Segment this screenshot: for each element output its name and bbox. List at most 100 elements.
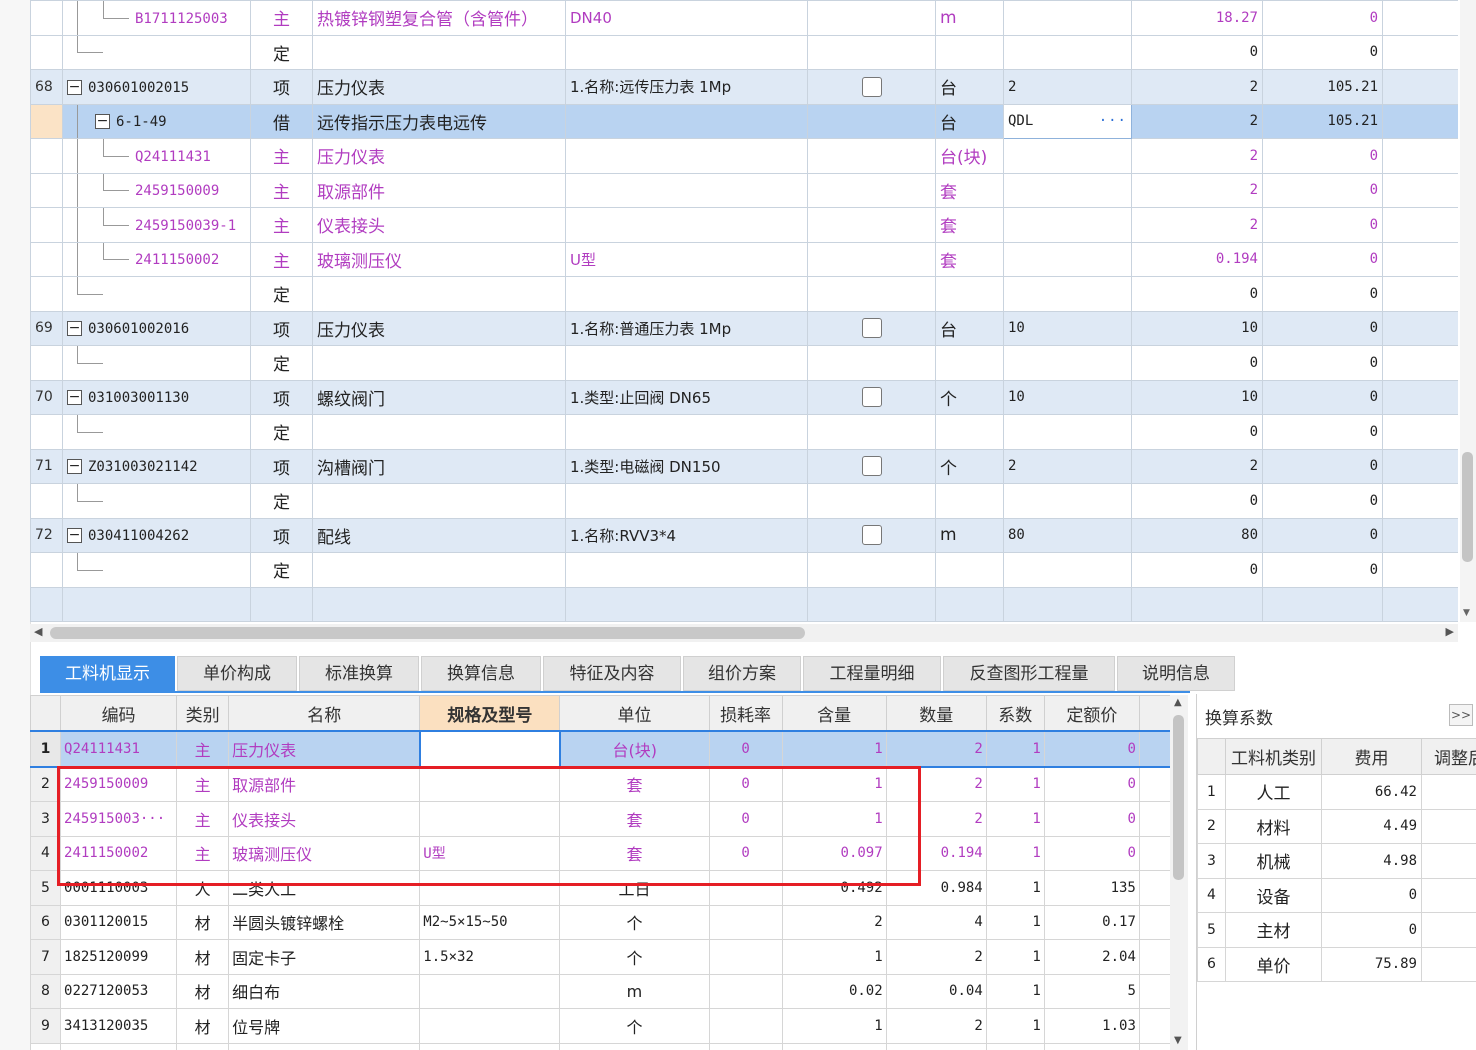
price-cell[interactable]: 0 xyxy=(1043,766,1140,802)
quantity-expression-cell[interactable]: QDL ··· xyxy=(1003,103,1132,139)
unit-cell[interactable]: 台 xyxy=(935,103,1004,139)
type-cell[interactable]: 项 xyxy=(250,310,313,346)
name-cell[interactable] xyxy=(312,483,566,519)
tab-4[interactable]: 换算信息 xyxy=(421,656,541,691)
coef-cell[interactable]: 1 xyxy=(985,870,1045,906)
category-cell[interactable]: 人工 xyxy=(1225,774,1322,810)
quantity-cell[interactable]: 2 xyxy=(1131,448,1263,484)
content-cell[interactable]: 1 xyxy=(781,939,887,975)
code-cell[interactable]: −030411004262 xyxy=(62,517,251,553)
loss-cell[interactable] xyxy=(708,904,783,940)
type-cell[interactable]: 主 xyxy=(250,0,313,36)
unit-cell[interactable]: 套 xyxy=(559,835,710,871)
quota-row[interactable]: 定 0 0 xyxy=(30,483,1458,519)
scroll-thumb[interactable] xyxy=(1462,452,1473,562)
collapse-icon[interactable]: − xyxy=(67,390,82,406)
price-cell[interactable]: 0 xyxy=(1262,276,1383,312)
code-cell[interactable]: −6-1-49 xyxy=(62,103,251,139)
unit-cell[interactable] xyxy=(935,414,1004,450)
resource-row[interactable]: 1 Q24111431 主压力仪表 台(块) 0 1 2 1 0 xyxy=(30,730,1170,768)
spec-cell[interactable] xyxy=(565,207,808,243)
coef-cell[interactable]: 1 xyxy=(985,1008,1045,1044)
price-cell[interactable]: 135 xyxy=(1043,870,1140,906)
coef-cell[interactable]: 1 xyxy=(985,904,1045,940)
unit-cell[interactable]: 台(块) xyxy=(935,138,1004,174)
quantity-expression-text[interactable]: QDL xyxy=(1008,113,1033,129)
coefficient-row[interactable]: 6 单价 75.89 xyxy=(1197,946,1476,982)
quantity-cell[interactable]: 10 xyxy=(1131,310,1263,346)
quota-row[interactable]: 定 0 0 xyxy=(30,414,1458,450)
row-checkbox[interactable] xyxy=(861,76,882,97)
type-cell[interactable]: 定 xyxy=(250,414,313,450)
spec-cell[interactable] xyxy=(565,172,808,208)
code-cell[interactable]: −030601002015 xyxy=(62,69,251,105)
cat-cell[interactable]: 材 xyxy=(176,904,230,940)
name-cell[interactable] xyxy=(312,414,566,450)
content-cell[interactable]: 1 xyxy=(781,766,887,802)
quantity-expression-cell[interactable]: 2 xyxy=(1003,69,1132,105)
code-cell[interactable] xyxy=(62,34,251,70)
coefficient-row[interactable]: 3 机械 4.98 xyxy=(1197,843,1476,879)
fee-cell[interactable]: 75.89 xyxy=(1321,946,1422,982)
resource-row[interactable]: 4 2411150002 主玻璃测压仪 U型套 0 0.097 0.194 1 0 xyxy=(30,835,1170,871)
resource-row[interactable]: 2 2459150009 主取源部件套 0 1 2 1 0 xyxy=(30,766,1170,802)
material-row[interactable]: B1711125003 主 热镀锌钢塑复合管（含管件） DN40 m 18.27 0 xyxy=(30,0,1458,36)
quantity-cell[interactable]: 0 xyxy=(1131,34,1263,70)
checkbox-cell[interactable] xyxy=(807,69,936,105)
coef-cell[interactable]: 1 xyxy=(985,939,1045,975)
type-cell[interactable]: 项 xyxy=(250,69,313,105)
qty-cell[interactable]: 2 xyxy=(885,801,987,837)
name-cell[interactable]: 二类人工 xyxy=(228,870,421,906)
checkbox-cell[interactable] xyxy=(807,552,936,588)
resource-row[interactable] xyxy=(30,1042,1170,1050)
price-cell[interactable]: 2.04 xyxy=(1043,939,1140,975)
spec-cell[interactable] xyxy=(565,34,808,70)
checkbox-cell[interactable] xyxy=(807,414,936,450)
coef-cell[interactable]: 1 xyxy=(985,801,1045,837)
bill-item-row[interactable]: 70−031003001130 项螺纹阀门 1.类型:止回阀 DN65 个 10 10 0 xyxy=(30,379,1458,415)
name-cell[interactable]: 螺纹阀门 xyxy=(312,379,566,415)
content-cell[interactable]: 2 xyxy=(781,904,887,940)
loss-cell[interactable]: 0 xyxy=(708,730,783,768)
row-checkbox[interactable] xyxy=(861,318,882,339)
spec-cell[interactable]: 1.名称:RVV3*4 xyxy=(565,517,808,553)
checkbox-cell[interactable] xyxy=(807,379,936,415)
loss-cell[interactable] xyxy=(708,1008,783,1044)
tab-6[interactable]: 组价方案 xyxy=(683,656,801,691)
quantity-cell[interactable]: 0 xyxy=(1131,414,1263,450)
tab-3[interactable]: 标准换算 xyxy=(299,656,419,691)
price-cell[interactable]: 0 xyxy=(1262,345,1383,381)
qty-cell[interactable]: 2 xyxy=(885,1008,987,1044)
fee-cell[interactable]: 0 xyxy=(1321,877,1422,913)
name-cell[interactable]: 热镀锌钢塑复合管（含管件） xyxy=(312,0,566,36)
checkbox-cell[interactable] xyxy=(807,34,936,70)
spec-cell[interactable] xyxy=(419,1008,561,1044)
price-cell[interactable]: 105.21 xyxy=(1262,69,1383,105)
quantity-expression-cell[interactable] xyxy=(1003,0,1132,36)
spec-cell[interactable]: M2~5×15~50 xyxy=(419,904,561,940)
price-cell[interactable]: 0 xyxy=(1043,730,1140,768)
spec-cell[interactable]: 1.类型:电磁阀 DN150 xyxy=(565,448,808,484)
material-row[interactable]: 2411150002 主 玻璃测压仪 U型 套 0.194 0 xyxy=(30,241,1458,277)
checkbox-cell[interactable] xyxy=(807,207,936,243)
name-cell[interactable]: 配线 xyxy=(312,517,566,553)
content-cell[interactable]: 0.02 xyxy=(781,973,887,1009)
row-checkbox[interactable] xyxy=(861,525,882,546)
col-header-more[interactable] xyxy=(1138,695,1170,732)
cat-cell[interactable]: 主 xyxy=(176,835,230,871)
quantity-expression-cell[interactable] xyxy=(1003,276,1132,312)
content-cell[interactable]: 0.492 xyxy=(781,870,887,906)
col-header-1[interactable]: 编码 xyxy=(60,695,178,732)
col-header-9[interactable]: 系数 xyxy=(985,695,1045,732)
checkbox-cell[interactable] xyxy=(807,172,936,208)
adjusted-cell[interactable] xyxy=(1421,774,1476,810)
col-header[interactable] xyxy=(1197,738,1226,775)
type-cell[interactable]: 主 xyxy=(250,172,313,208)
spec-cell[interactable]: 1.名称:普通压力表 1Mp xyxy=(565,310,808,346)
unit-cell[interactable]: 套 xyxy=(935,207,1004,243)
qty-cell[interactable]: 2 xyxy=(885,766,987,802)
code-cell[interactable] xyxy=(62,276,251,312)
more-options-icon[interactable]: ··· xyxy=(1099,113,1127,129)
name-cell[interactable] xyxy=(312,276,566,312)
fee-cell[interactable]: 4.49 xyxy=(1321,808,1422,844)
